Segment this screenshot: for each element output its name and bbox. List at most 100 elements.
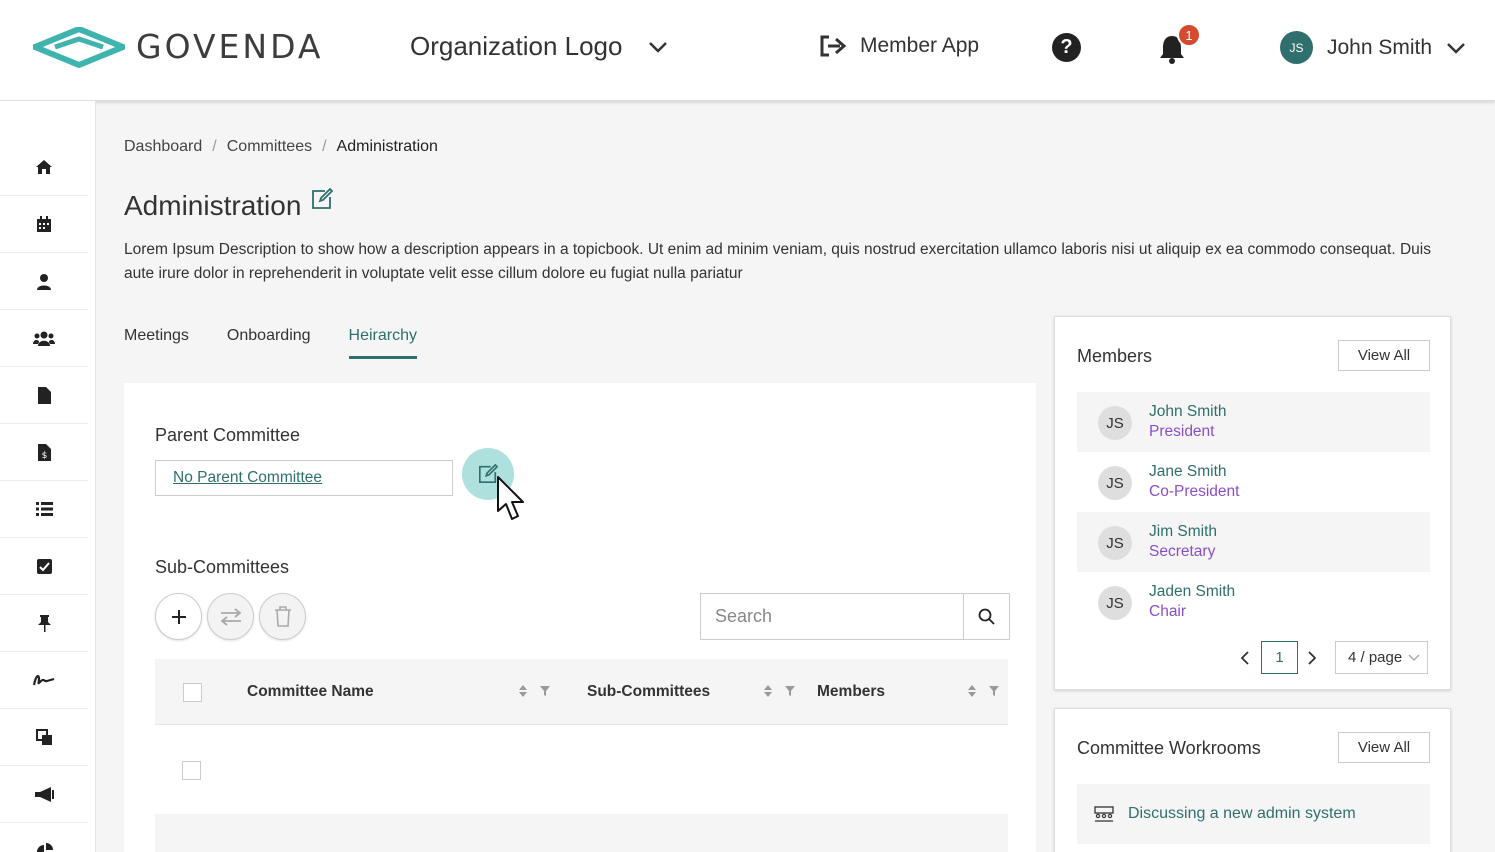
signature-icon [33,674,55,686]
brand-name: GOVENDA [136,27,324,66]
member-app-link[interactable]: Member App [818,34,979,58]
calendar-icon [37,215,51,232]
parent-committee-field: No Parent Committee [155,460,453,496]
sub-committee-search [700,593,1010,640]
page-size-select[interactable]: 4 / page [1335,641,1428,674]
member-role: Secretary [1149,543,1216,560]
sidebar-item-announcements[interactable] [0,766,88,823]
sign-out-icon [820,35,847,57]
member-name[interactable]: John Smith [1149,403,1227,421]
sidebar-item-documents[interactable] [0,367,88,424]
avatar: JS [1098,526,1132,560]
organization-label: Organization Logo [410,31,623,61]
sidebar-item-home[interactable] [0,139,88,196]
pagination-current-page[interactable]: 1 [1261,641,1298,674]
member-name[interactable]: Jaden Smith [1149,583,1235,601]
member-role: Co-President [1149,483,1240,500]
filter-icon[interactable] [989,686,999,696]
breadcrumb: Dashboard / Committees / Administration [124,138,438,156]
sort-icon[interactable] [764,685,772,697]
invoice-icon: $ [37,443,51,461]
sidebar-item-reports[interactable] [0,823,88,852]
workrooms-view-all-button[interactable]: View All [1338,732,1430,763]
workroom-item[interactable]: Discussing a new admin system [1077,784,1430,844]
edit-icon[interactable] [311,188,334,210]
page-description: Lorem Ipsum Description to show how a de… [124,241,1431,282]
sort-icon[interactable] [968,685,976,697]
breadcrumb-current: Administration [336,138,438,155]
row-checkbox[interactable] [182,761,201,780]
swap-icon [220,607,241,626]
column-sub-committees[interactable]: Sub-Committees [587,683,710,701]
column-members[interactable]: Members [817,683,885,701]
member-name[interactable]: Jane Smith [1149,463,1227,481]
govenda-logo-icon [33,27,125,68]
filter-icon[interactable] [540,686,550,696]
top-header: GOVENDA Organization Logo Member App ? 1… [0,0,1495,101]
edit-icon [479,464,498,483]
move-sub-committee-button[interactable] [207,593,254,640]
sidebar-item-lists[interactable] [0,481,88,538]
avatar: JS [1280,31,1313,64]
pie-chart-icon [36,843,53,852]
sort-icon[interactable] [519,685,527,697]
members-card-title: Members [1077,346,1153,366]
parent-committee-link[interactable]: No Parent Committee [173,469,322,486]
tab-onboarding[interactable]: Onboarding [227,327,311,359]
document-icon [37,386,51,404]
tab-meetings[interactable]: Meetings [124,327,189,359]
member-role: President [1149,423,1215,440]
avatar: JS [1098,406,1132,440]
sidebar: $ [0,101,96,852]
sidebar-item-signatures[interactable] [0,652,88,709]
sidebar-item-pinned[interactable] [0,595,88,652]
chevron-left-icon[interactable] [1240,651,1250,665]
trash-icon [274,606,291,627]
chevron-down-icon [1447,42,1465,54]
breadcrumb-dashboard[interactable]: Dashboard [124,138,202,156]
page-title: Administration [124,190,302,221]
chevron-right-icon[interactable] [1307,651,1317,665]
workrooms-card-title: Committee Workrooms [1077,738,1261,758]
user-menu[interactable]: JS John Smith [1280,31,1466,64]
filter-icon[interactable] [785,686,795,696]
members-view-all-button[interactable]: View All [1338,340,1430,371]
search-input[interactable] [701,594,963,639]
organization-selector[interactable]: Organization Logo [410,31,668,62]
page-size-value: 4 / page [1348,649,1403,666]
sidebar-item-profile[interactable] [0,253,88,310]
delete-sub-committee-button[interactable] [259,593,306,640]
member-app-label: Member App [860,34,980,57]
table-header: Committee Name Sub-Committees Members [155,659,1008,725]
member-name[interactable]: Jim Smith [1149,523,1217,541]
notification-badge: 1 [1177,23,1201,47]
pin-icon [37,614,51,632]
members-card: Members View All JS John Smith President… [1054,316,1451,690]
help-icon[interactable]: ? [1052,33,1081,62]
select-all-checkbox[interactable] [183,683,202,702]
hierarchy-panel: Parent Committee No Parent Committee Sub… [124,383,1036,852]
sidebar-item-billing[interactable]: $ [0,424,88,481]
member-item[interactable]: JS John Smith President [1077,392,1430,452]
sidebar-item-copies[interactable] [0,709,88,766]
breadcrumb-committees[interactable]: Committees [227,138,312,156]
workroom-label[interactable]: Discussing a new admin system [1128,805,1356,823]
sidebar-item-groups[interactable] [0,310,88,367]
column-committee-name[interactable]: Committee Name [247,683,374,701]
chevron-down-icon [649,41,668,53]
tab-heirarchy[interactable]: Heirarchy [348,327,418,359]
sidebar-item-calendar[interactable] [0,196,88,253]
sidebar-item-tasks[interactable] [0,538,88,595]
table-row [155,814,1008,852]
search-button[interactable] [963,594,1009,639]
parent-committee-label: Parent Committee [155,425,301,445]
page-title-row: Administration [124,188,334,222]
add-sub-committee-button[interactable] [155,593,202,640]
member-item[interactable]: JS Jim Smith Secretary [1077,512,1430,572]
user-name: John Smith [1327,35,1433,59]
user-icon [37,273,51,290]
breadcrumb-separator: / [212,138,217,155]
member-item[interactable]: JS Jaden Smith Chair [1077,572,1430,632]
list-icon [35,502,53,516]
member-item[interactable]: JS Jane Smith Co-President [1077,452,1430,512]
